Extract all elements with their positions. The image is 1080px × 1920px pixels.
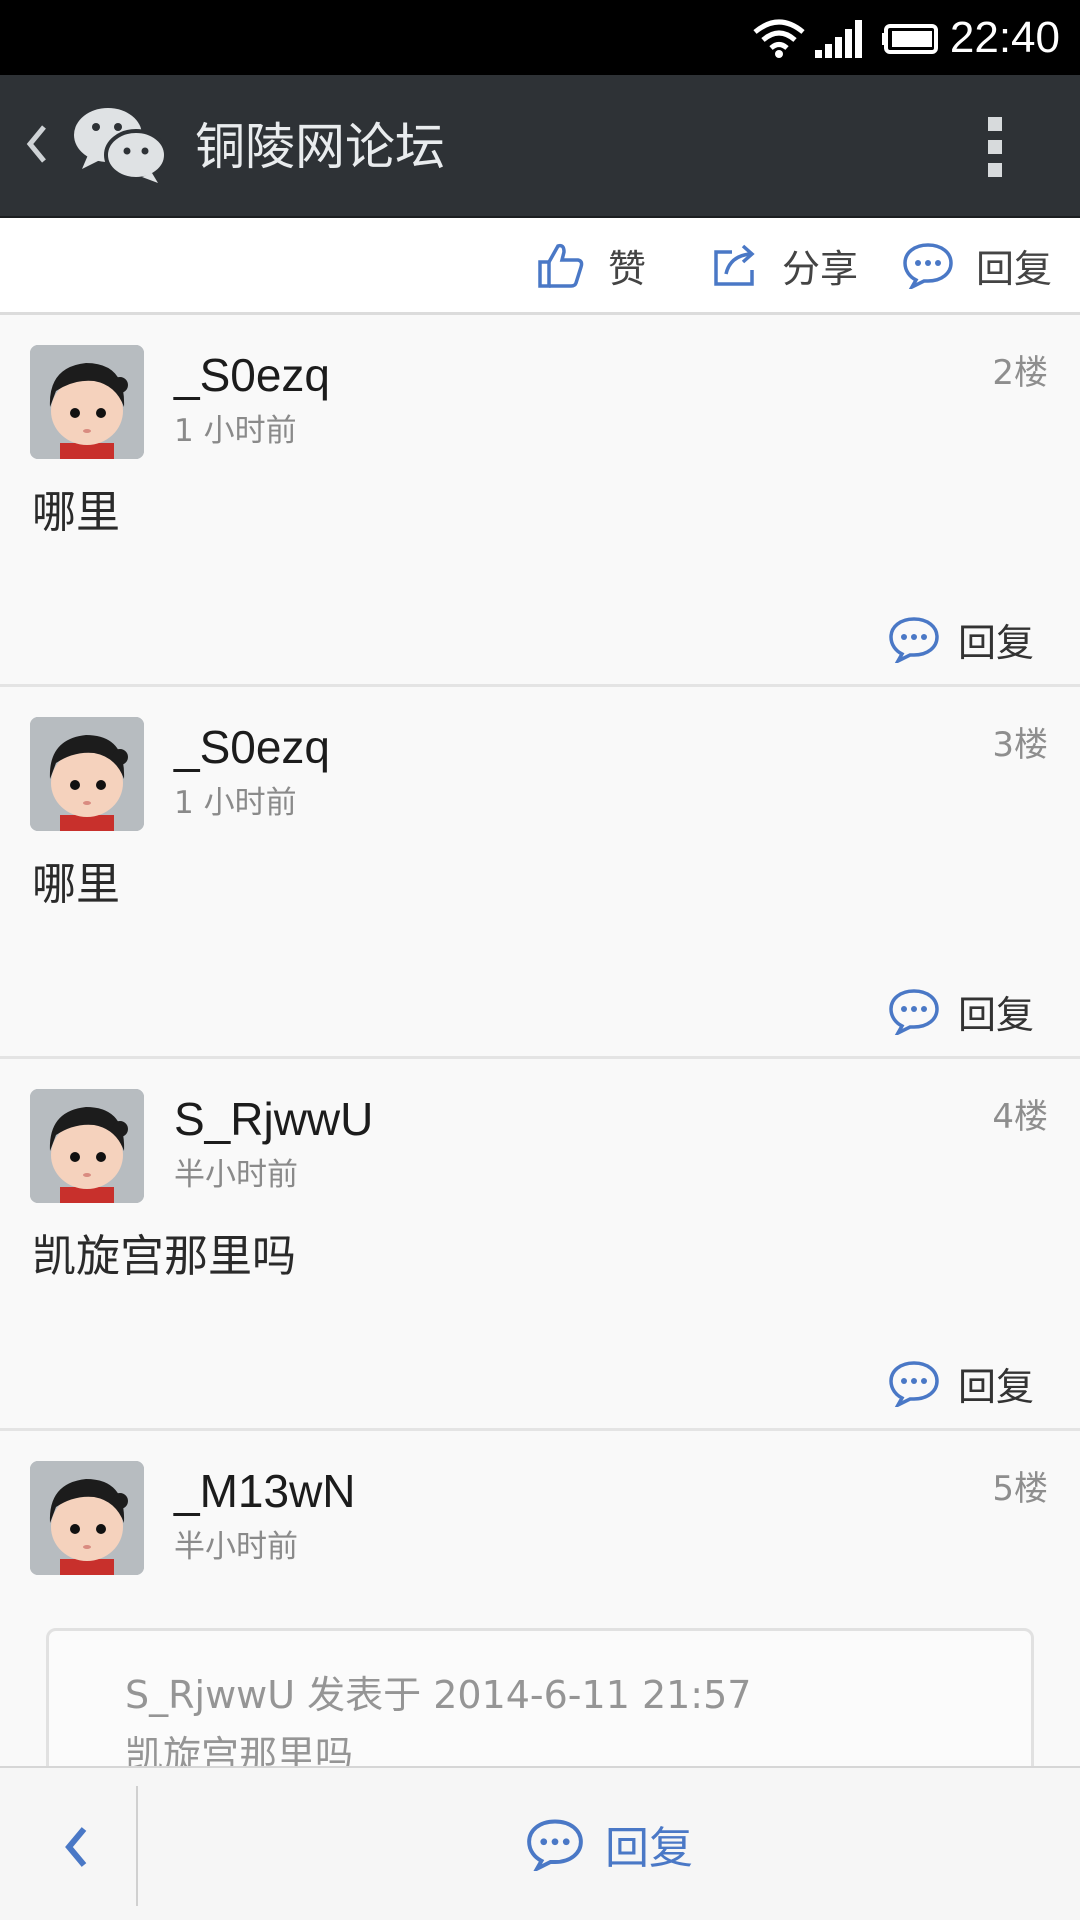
avatar-image	[30, 717, 144, 831]
post-reply-label: 回复	[957, 620, 1034, 665]
signal-icon	[815, 20, 862, 58]
post-reply-button[interactable]: 回复	[888, 981, 1034, 1041]
list-item: _S0ezq 1 小时前 2楼 哪里 回复	[0, 315, 1080, 687]
post-time: 半小时前	[174, 1157, 298, 1193]
comment-icon	[527, 1819, 583, 1871]
avatar-image	[30, 345, 144, 459]
avatar-image	[30, 1089, 144, 1203]
more-options-icon[interactable]	[985, 115, 1005, 179]
reply-label: 回复	[976, 246, 1053, 291]
bottom-bar: 回复	[0, 1766, 1080, 1920]
share-label: 分享	[782, 246, 859, 291]
username[interactable]: S_RjwwU	[174, 1089, 373, 1149]
list-item: _S0ezq 1 小时前 3楼 哪里 回复	[0, 687, 1080, 1059]
floor-number: 3楼	[992, 725, 1048, 765]
comment-icon	[889, 989, 939, 1035]
post-reply-label: 回复	[957, 1364, 1034, 1409]
avatar-image	[30, 1461, 144, 1575]
username[interactable]: _M13wN	[174, 1461, 356, 1521]
post-time: 半小时前	[174, 1529, 298, 1565]
post-content: 哪里	[32, 859, 120, 910]
username[interactable]: _S0ezq	[174, 345, 330, 405]
share-icon	[714, 244, 755, 286]
quote-header: S_RjwwU 发表于 2014-6-11 21:57	[125, 1673, 752, 1717]
post-reply-label: 回复	[957, 992, 1034, 1037]
post-time: 1 小时前	[174, 785, 297, 821]
action-bar: 铜陵网论坛	[0, 75, 1080, 218]
post-actions-row: 赞 分享 回复	[0, 218, 1080, 315]
post-time: 1 小时前	[174, 413, 297, 449]
list-item: S_RjwwU 半小时前 4楼 凯旋宫那里吗 回复	[0, 1059, 1080, 1431]
post-content: 凯旋宫那里吗	[32, 1231, 296, 1282]
like-button[interactable]: 赞	[536, 218, 646, 312]
share-button[interactable]: 分享	[710, 218, 858, 312]
post-content: 哪里	[32, 487, 120, 538]
wifi-icon	[753, 19, 805, 58]
post-reply-button[interactable]: 回复	[888, 609, 1034, 669]
post-reply-button[interactable]: 回复	[888, 1353, 1034, 1413]
comment-icon	[889, 617, 939, 663]
wechat-icon	[74, 108, 168, 183]
bottom-reply-button[interactable]: 回复	[138, 1768, 1080, 1920]
like-label: 赞	[608, 246, 647, 291]
status-time: 22:40	[949, 13, 1060, 62]
avatar[interactable]	[30, 1089, 144, 1203]
bottom-reply-label: 回复	[605, 1823, 693, 1874]
floor-number: 5楼	[992, 1469, 1048, 1509]
username[interactable]: _S0ezq	[174, 717, 330, 777]
status-bar: 22:40	[0, 0, 1080, 75]
thumbs-up-icon	[538, 243, 584, 288]
avatar[interactable]	[30, 345, 144, 459]
comment-icon	[903, 243, 953, 289]
back-arrow-icon	[65, 1827, 87, 1867]
floor-number: 2楼	[992, 353, 1048, 393]
page-title: 铜陵网论坛	[195, 118, 445, 176]
bottom-back-button[interactable]	[0, 1768, 136, 1920]
comment-icon	[889, 1361, 939, 1407]
battery-icon	[882, 24, 938, 54]
back-arrow-icon[interactable]	[24, 119, 52, 169]
avatar[interactable]	[30, 1461, 144, 1575]
reply-button[interactable]: 回复	[902, 218, 1052, 312]
avatar[interactable]	[30, 717, 144, 831]
floor-number: 4楼	[992, 1097, 1048, 1137]
